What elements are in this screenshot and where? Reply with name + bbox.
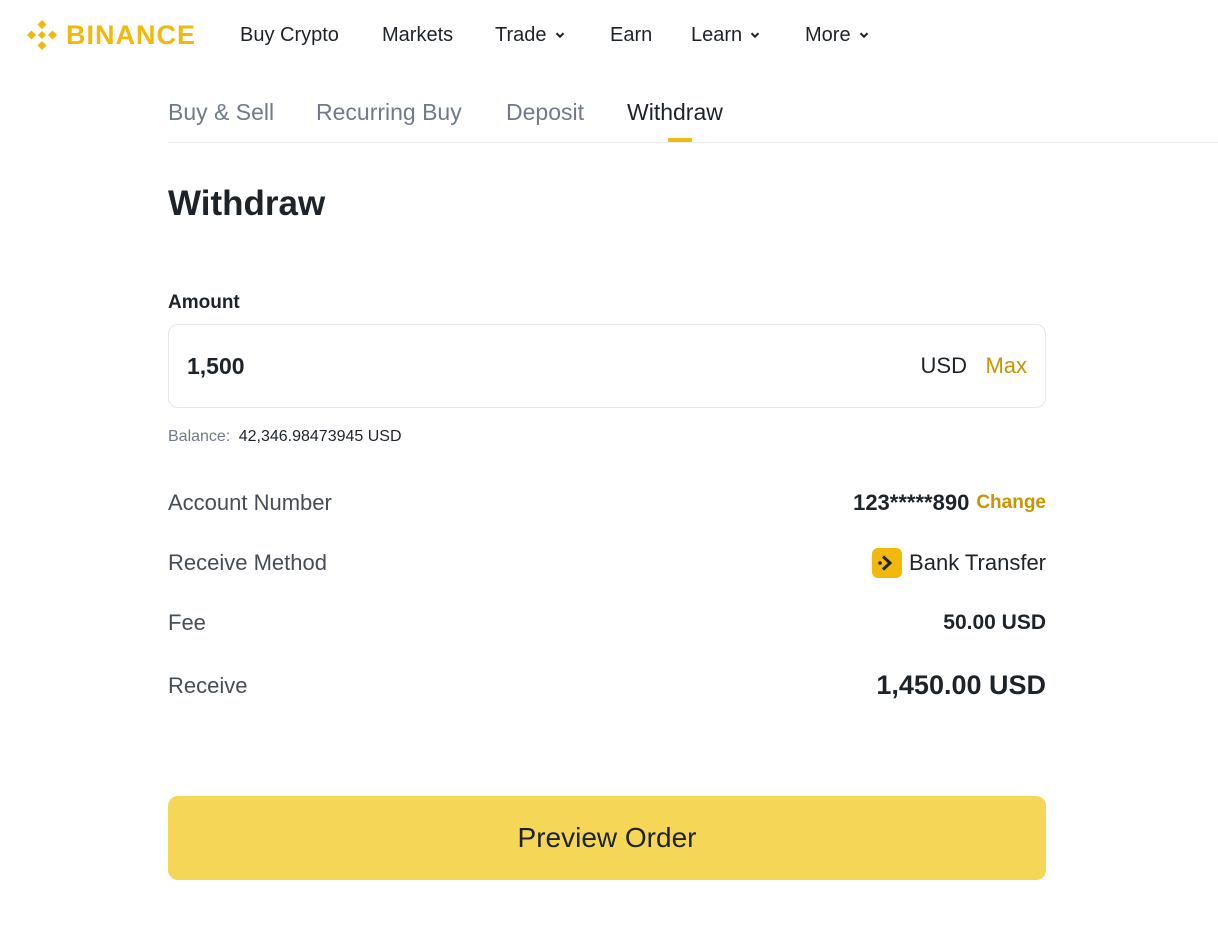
nav-label: Trade bbox=[495, 23, 547, 46]
nav-learn[interactable]: Learn bbox=[691, 22, 761, 48]
nav-label: Markets bbox=[382, 23, 454, 46]
receive-method-value: Bank Transfer bbox=[909, 550, 1046, 575]
binance-logo-icon bbox=[27, 20, 57, 50]
nav-label: Earn bbox=[610, 23, 653, 46]
tab-buy-sell[interactable]: Buy & Sell bbox=[168, 99, 274, 126]
account-number-label: Account Number bbox=[168, 490, 332, 515]
top-navigation: BINANCE Buy Crypto Markets Trade Earn Le… bbox=[0, 0, 1218, 70]
balance-label: Balance: bbox=[168, 428, 231, 445]
receive-method-label: Receive Method bbox=[168, 550, 327, 575]
amount-currency: USD bbox=[920, 353, 967, 378]
nav-markets[interactable]: Markets bbox=[382, 22, 453, 48]
nav-label: More bbox=[805, 23, 851, 46]
tab-withdraw[interactable]: Withdraw bbox=[627, 99, 723, 126]
chevron-down-icon bbox=[749, 29, 761, 41]
receive-method-row: Bank Transfer bbox=[872, 548, 1046, 578]
chevron-down-icon bbox=[858, 29, 870, 41]
fee-label: Fee bbox=[168, 610, 206, 635]
nav-more[interactable]: More bbox=[805, 22, 870, 48]
account-number-row: 123*****890 Change bbox=[853, 490, 1046, 516]
nav-earn[interactable]: Earn bbox=[610, 22, 652, 48]
amount-label: Amount bbox=[168, 292, 240, 313]
page-title: Withdraw bbox=[168, 184, 326, 223]
chevron-down-icon bbox=[554, 29, 566, 41]
tab-deposit[interactable]: Deposit bbox=[506, 99, 584, 126]
balance-info: Balance: 42,346.98473945 USD bbox=[168, 428, 402, 446]
fiat-tabs: Buy & Sell Recurring Buy Deposit Withdra… bbox=[168, 96, 1218, 143]
max-button[interactable]: Max bbox=[985, 353, 1027, 379]
tab-recurring-buy[interactable]: Recurring Buy bbox=[316, 99, 462, 126]
binance-logo[interactable]: BINANCE bbox=[24, 17, 196, 53]
brand-name: BINANCE bbox=[66, 19, 197, 50]
receive-value: 1,450.00 USD bbox=[876, 670, 1046, 700]
active-tab-indicator bbox=[668, 138, 692, 142]
receive-label: Receive bbox=[168, 673, 248, 698]
nav-label: Learn bbox=[691, 23, 743, 46]
amount-value[interactable]: 1,500 bbox=[187, 353, 245, 380]
nav-trade[interactable]: Trade bbox=[495, 22, 566, 48]
balance-value: 42,346.98473945 USD bbox=[238, 428, 402, 445]
nav-label: Buy Crypto bbox=[240, 23, 339, 46]
nav-buy-crypto[interactable]: Buy Crypto bbox=[240, 22, 339, 48]
fee-value: 50.00 USD bbox=[943, 611, 1046, 634]
amount-input[interactable]: 1,500 USD Max bbox=[168, 324, 1046, 408]
change-account-link[interactable]: Change bbox=[976, 492, 1046, 514]
preview-order-button[interactable]: Preview Order bbox=[168, 796, 1046, 880]
bank-transfer-icon bbox=[872, 548, 903, 578]
account-number-value: 123*****890 bbox=[853, 490, 970, 515]
